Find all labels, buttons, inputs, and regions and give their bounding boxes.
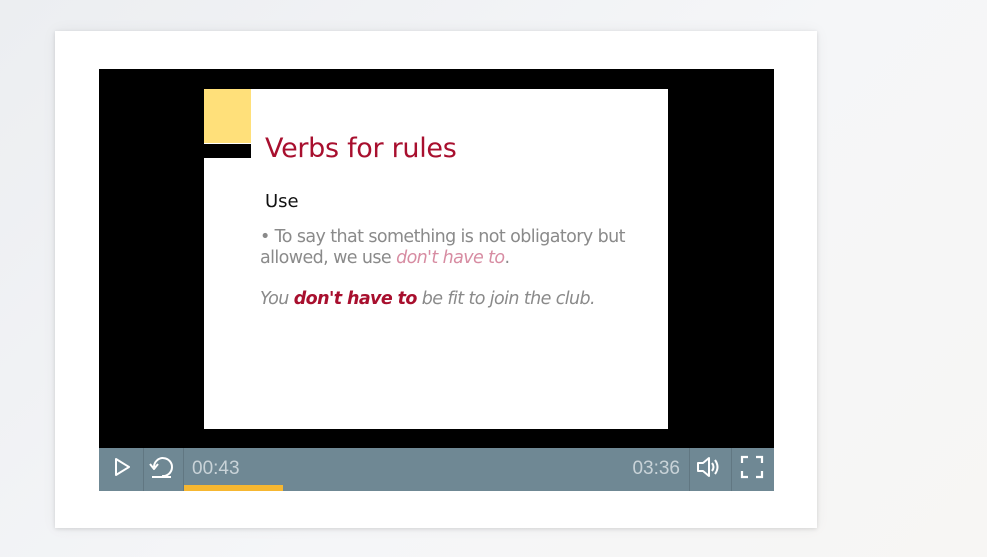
volume-button[interactable] [690,448,728,486]
control-bar: 00:43 03:36 [99,448,774,491]
example-suffix: be fit to join the club. [416,289,596,309]
slide-subtitle: Use [265,191,299,212]
video-player[interactable]: Verbs for rules Use • To say that someth… [99,69,774,491]
slide-example: You don't have to be fit to join the clu… [260,289,660,309]
total-time: 03:36 [632,458,680,479]
slide-black-bar [204,144,251,158]
video-viewport[interactable]: Verbs for rules Use • To say that someth… [99,69,774,448]
play-icon [115,458,130,476]
divider [731,448,732,491]
fullscreen-button[interactable] [733,448,771,486]
slide-bullet: • To say that something is not obligator… [260,227,660,269]
play-button[interactable] [103,448,141,486]
slide: Verbs for rules Use • To say that someth… [204,89,668,429]
current-time: 00:43 [192,458,240,479]
replay-button[interactable] [143,448,181,486]
bullet-suffix: . [504,248,510,268]
progress-fill [184,485,284,491]
example-emphasis: don't have to [293,289,418,309]
fullscreen-icon [740,455,764,479]
replay-icon [149,457,173,478]
bullet-emphasis: don't have to [396,248,505,268]
volume-icon [697,457,719,477]
progress-bar[interactable] [184,485,689,491]
example-prefix: You [260,289,294,309]
slide-yellow-accent [204,89,251,143]
slide-title: Verbs for rules [265,133,457,164]
